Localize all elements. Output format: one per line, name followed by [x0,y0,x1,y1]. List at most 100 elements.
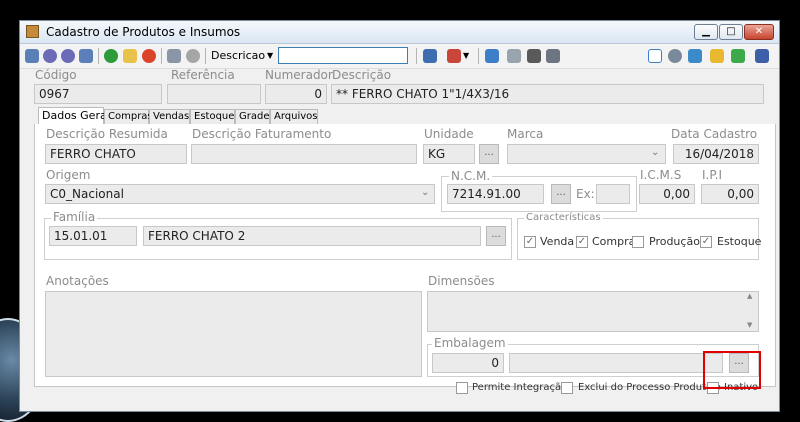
permite-integracao-label: Permite Integração [472,382,568,393]
referencia-field[interactable] [167,84,261,104]
venda-checkbox[interactable]: ✓ [524,236,536,248]
toolbar-separator [205,48,206,64]
estoque-checkbox[interactable]: ✓ [700,236,712,248]
origem-label: Origem [46,168,91,182]
compra-label: Compra [592,235,636,248]
dimensoes-label: Dimensões [428,274,495,288]
chart-icon[interactable] [447,49,461,63]
familia-name-field[interactable]: FERRO CHATO 2 [143,226,481,246]
inativo-highlight [703,351,761,389]
familia-label: Família [51,210,98,224]
producao-label: Produção [649,235,700,248]
numerador-field[interactable]: 0 [265,84,327,104]
settings-icon[interactable] [668,49,682,63]
previous-record-icon[interactable] [43,49,57,63]
compra-checkbox[interactable]: ✓ [576,236,588,248]
ncm-label: N.C.M. [449,169,493,183]
refresh-icon[interactable] [688,49,702,63]
minimize-button[interactable]: ▁ [694,24,718,40]
familia-code-field[interactable]: 15.01.01 [49,226,137,246]
data-cadastro-label: Data Cadastro [671,127,758,141]
descricao-resumida-label: Descrição Resumida [46,127,168,141]
marca-label: Marca [507,127,544,141]
descricao-faturamento-label: Descrição Faturamento [192,127,332,141]
data-cadastro-field[interactable]: 16/04/2018 [673,144,759,164]
tree-icon[interactable] [731,49,745,63]
descricao-resumida-field[interactable]: FERRO CHATO [45,144,187,164]
tab-arquivos[interactable]: Arquivos [270,109,318,125]
unidade-label: Unidade [424,127,474,141]
numerador-label: Numerador [265,68,333,82]
scroll-up-icon[interactable]: ▲ [747,292,752,300]
chevron-down-icon: ⌄ [651,147,660,158]
ex-label: Ex: [576,187,595,201]
tab-compras[interactable]: Compras [104,109,153,125]
export-icon[interactable] [423,49,437,63]
anotacoes-label: Anotações [46,274,109,288]
last-record-icon[interactable] [79,49,93,63]
referencia-label: Referência [171,68,235,82]
undo-icon[interactable] [186,49,200,63]
tab-estoque[interactable]: Estoque [190,109,235,125]
tab-dados-gerais[interactable]: Dados Gerais [38,107,116,125]
search-input[interactable] [278,47,408,64]
icms-field[interactable]: 0,00 [639,184,695,204]
chevron-down-icon[interactable]: ▼ [267,51,273,60]
product-registration-window: Cadastro de Produtos e Insumos ▁ □ ✕ Des… [19,20,780,412]
exclui-processo-produtivo-checkbox[interactable] [561,382,573,394]
anotacoes-textarea[interactable] [45,291,422,377]
first-record-icon[interactable] [25,49,39,63]
embalagem-qty-field[interactable]: 0 [432,353,504,373]
descricao-label: Descrição [332,68,392,82]
permite-integracao-checkbox[interactable] [456,382,468,394]
dimensoes-textarea[interactable] [427,291,759,332]
descricao-field[interactable]: ** FERRO CHATO 1"1/4X3/16 [331,84,764,104]
grid-icon[interactable] [507,49,521,63]
filter-icon[interactable] [546,49,560,63]
toolbar: Descricao ▼ ▼ [20,44,779,69]
close-button[interactable]: ✕ [744,24,774,40]
origem-select[interactable]: C0_Nacional [45,184,435,204]
tab-grade[interactable]: Grade [235,109,270,125]
marca-select[interactable] [507,144,666,164]
tab-vendas[interactable]: Vendas [149,109,190,125]
ipi-label: I.P.I [702,168,723,182]
caracteristicas-label: Características [524,212,603,223]
tag-icon[interactable] [710,49,724,63]
toolbar-separator [416,48,417,64]
venda-label: Venda [540,235,575,248]
next-record-icon[interactable] [61,49,75,63]
save-icon[interactable] [167,49,181,63]
codigo-label: Código [35,68,77,82]
exit-icon[interactable] [755,49,769,63]
delete-icon[interactable] [142,49,156,63]
chevron-down-icon[interactable]: ▼ [463,51,469,60]
familia-lookup-button[interactable]: ... [486,226,506,246]
barcode-icon[interactable] [527,49,541,63]
embalagem-label: Embalagem [432,336,508,350]
toolbar-separator [161,48,162,64]
toolbar-separator [478,48,479,64]
embalagem-desc-field[interactable] [509,353,723,373]
list-icon[interactable] [485,49,499,63]
descricao-faturamento-field[interactable] [191,144,417,164]
ipi-field[interactable]: 0,00 [701,184,759,204]
unidade-lookup-button[interactable]: ... [479,144,499,164]
app-box-icon [26,25,39,38]
unidade-field[interactable]: KG [423,144,475,164]
estoque-label: Estoque [717,235,762,248]
search-field-combo[interactable]: Descricao [211,49,265,62]
scroll-down-icon[interactable]: ▼ [747,321,752,329]
ex-field[interactable] [596,184,630,204]
producao-checkbox[interactable] [632,236,644,248]
toolbar-separator [98,48,99,64]
title-bar: Cadastro de Produtos e Insumos ▁ □ ✕ [20,21,779,44]
add-icon[interactable] [104,49,118,63]
ncm-field[interactable]: 7214.91.00 [447,184,544,204]
ncm-lookup-button[interactable]: ... [551,184,571,204]
dados-gerais-panel: Descrição Resumida FERRO CHATO Descrição… [34,124,776,394]
maximize-button[interactable]: □ [719,24,743,40]
codigo-field[interactable]: 0967 [34,84,162,104]
report-icon[interactable] [648,49,662,63]
edit-icon[interactable] [123,49,137,63]
